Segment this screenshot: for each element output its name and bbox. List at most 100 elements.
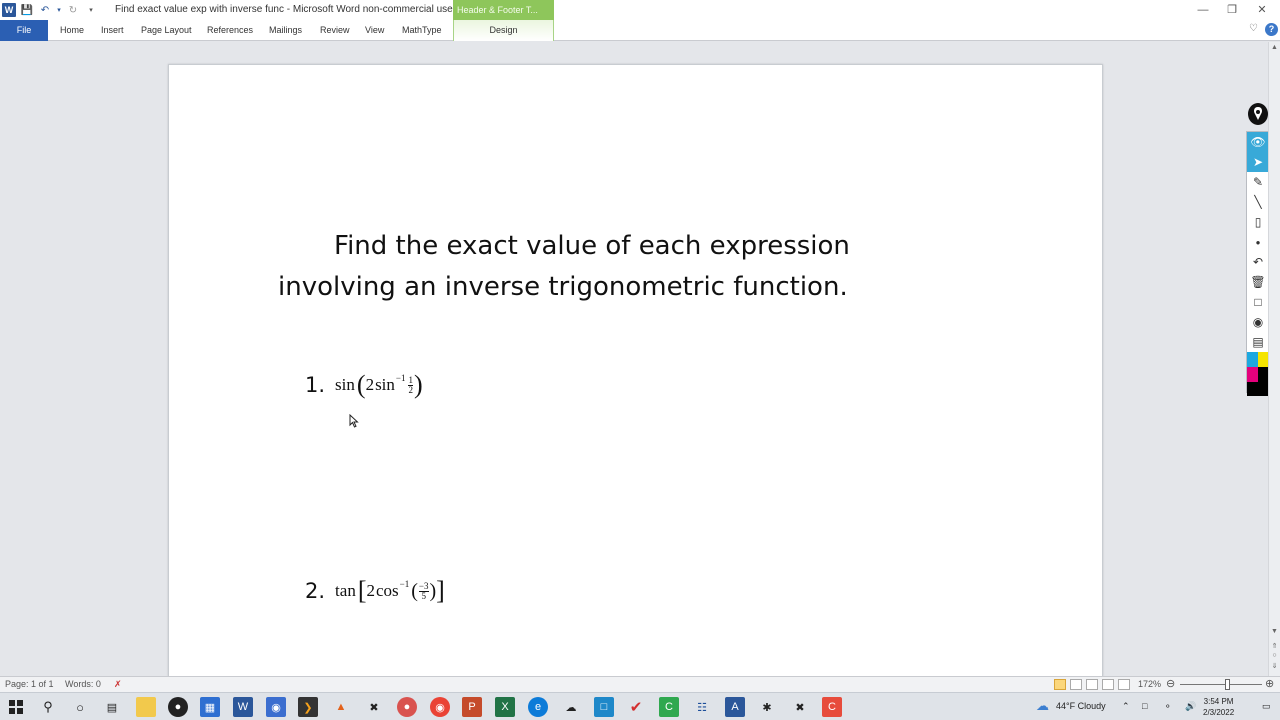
zoom-in-icon[interactable]: ⊕: [1265, 677, 1274, 690]
tab-mailings[interactable]: Mailings: [269, 20, 302, 41]
prev-page-icon[interactable]: ⇑: [1269, 642, 1280, 650]
tray-icon-1[interactable]: □: [1142, 701, 1147, 711]
app-icon-network[interactable]: ☷: [692, 697, 712, 717]
outer-function: tan: [335, 581, 356, 600]
app-icon-green[interactable]: C: [659, 697, 679, 717]
cyan-swatch[interactable]: [1247, 352, 1258, 367]
weather-text[interactable]: 44°F Cloudy: [1056, 701, 1106, 711]
math-equation[interactable]: tan [ 2 cos −1 ( −3 5 ) ]: [335, 578, 445, 604]
network-icon[interactable]: ⚬: [1164, 701, 1172, 712]
trash-icon[interactable]: 🗑: [1247, 272, 1269, 292]
quick-access-toolbar: W 💾 ↶ ▾ ↻ ▾: [0, 0, 102, 20]
vertical-scrollbar[interactable]: ▲ ▼ ⇑ ○ ⇓: [1268, 42, 1280, 676]
powerpoint-icon[interactable]: P: [462, 697, 482, 717]
word-app-icon[interactable]: W: [2, 3, 16, 17]
full-screen-reading-button[interactable]: [1070, 679, 1082, 690]
plex-icon[interactable]: ❯: [298, 697, 318, 717]
notification-icon[interactable]: ▭: [1262, 701, 1271, 712]
search-icon[interactable]: ⚲: [38, 697, 58, 717]
math-equation[interactable]: sin ( 2 sin −1 1 2 ): [335, 372, 423, 398]
app-icon-a[interactable]: A: [725, 697, 745, 717]
screen-icon[interactable]: □: [1247, 292, 1269, 312]
tab-mathtype[interactable]: MathType: [402, 20, 442, 41]
outline-button[interactable]: [1102, 679, 1114, 690]
scroll-down-icon[interactable]: ▼: [1269, 628, 1280, 635]
app-icon-cloud[interactable]: ☁: [561, 697, 581, 717]
dot-icon[interactable]: ●: [1247, 232, 1269, 252]
restore-button[interactable]: ❐: [1217, 2, 1247, 18]
weather-cloud-icon[interactable]: ☁: [1036, 698, 1049, 714]
ribbon-collapse-icon[interactable]: ♡: [1249, 23, 1258, 34]
customize-qat-icon[interactable]: ▾: [84, 3, 98, 17]
tray-chevron-icon[interactable]: ⌃: [1122, 701, 1130, 712]
app-icon-flame[interactable]: ▲: [331, 697, 351, 717]
tab-view[interactable]: View: [365, 20, 384, 41]
excel-icon[interactable]: X: [495, 697, 515, 717]
draft-button[interactable]: [1118, 679, 1130, 690]
word-count[interactable]: Words: 0: [65, 679, 101, 689]
black-swatch-large[interactable]: [1247, 382, 1269, 396]
volume-icon[interactable]: 🔊: [1185, 701, 1196, 712]
word-taskbar-icon[interactable]: W: [233, 697, 253, 717]
web-layout-button[interactable]: [1086, 679, 1098, 690]
camera-icon[interactable]: ◉: [1247, 312, 1269, 332]
eraser-icon[interactable]: ▯: [1247, 212, 1269, 232]
help-icon[interactable]: ?: [1265, 23, 1278, 36]
clock[interactable]: 3:54 PM 2/3/2022: [1203, 696, 1234, 718]
document-heading: Find the exact value of each expression …: [278, 226, 898, 308]
tab-home[interactable]: Home: [60, 20, 84, 41]
tab-review[interactable]: Review: [320, 20, 350, 41]
snipping-tool-icon[interactable]: ✖: [364, 697, 384, 717]
magenta-swatch[interactable]: [1247, 367, 1258, 382]
left-paren: (: [411, 580, 418, 602]
snipping-tool-icon-2[interactable]: ✖: [790, 697, 810, 717]
tab-insert[interactable]: Insert: [101, 20, 124, 41]
color-palette[interactable]: [1247, 352, 1269, 382]
problem-number: 2.: [305, 579, 326, 603]
undo-dropdown-icon[interactable]: ▾: [56, 3, 62, 17]
inner-function: cos: [376, 581, 399, 600]
zoom-slider[interactable]: [1180, 684, 1262, 685]
task-view-icon[interactable]: ▤: [102, 697, 122, 717]
tab-references[interactable]: References: [207, 20, 253, 41]
redo-icon[interactable]: ↻: [66, 3, 80, 17]
tab-page-layout[interactable]: Page Layout: [141, 20, 192, 41]
zoom-out-icon[interactable]: ⊖: [1166, 677, 1175, 690]
calculator-icon[interactable]: ▦: [200, 697, 220, 717]
pointer-icon[interactable]: ➤: [1247, 152, 1269, 172]
app-icon-camera[interactable]: ◉: [266, 697, 286, 717]
chrome-icon[interactable]: ◉: [430, 697, 450, 717]
cortana-icon[interactable]: ○: [70, 697, 90, 717]
scroll-up-icon[interactable]: ▲: [1269, 44, 1280, 51]
next-page-icon[interactable]: ⇓: [1269, 662, 1280, 670]
file-explorer-icon[interactable]: [136, 697, 156, 717]
eye-icon[interactable]: 👁: [1247, 132, 1269, 152]
line-icon[interactable]: ╲: [1247, 192, 1269, 212]
app-icon-gear[interactable]: ✱: [757, 697, 777, 717]
save-icon[interactable]: 💾: [20, 3, 34, 17]
minimize-button[interactable]: —: [1188, 2, 1218, 18]
inner-function: sin: [375, 375, 395, 394]
zoom-level[interactable]: 172%: [1138, 679, 1161, 689]
clock-date: 2/3/2022: [1203, 708, 1235, 717]
app-icon-check[interactable]: ✔: [626, 697, 646, 717]
app-icon-blue[interactable]: □: [594, 697, 614, 717]
close-button[interactable]: ✕: [1247, 2, 1277, 18]
zoom-slider-thumb[interactable]: [1225, 679, 1230, 690]
undo-icon[interactable]: ↶: [1247, 252, 1269, 272]
tab-design[interactable]: Design: [453, 20, 554, 41]
app-icon-c-red[interactable]: C: [822, 697, 842, 717]
print-layout-button[interactable]: [1054, 679, 1066, 690]
page-count[interactable]: Page: 1 of 1: [5, 679, 54, 689]
pen-icon[interactable]: ✎: [1247, 172, 1269, 192]
clipboard-icon[interactable]: ▤: [1247, 332, 1269, 352]
pen-app-taskbar-icon[interactable]: ●: [168, 697, 188, 717]
undo-icon[interactable]: ↶: [38, 3, 52, 17]
proofing-icon[interactable]: ✗: [114, 679, 122, 690]
pen-app-icon[interactable]: [1248, 103, 1268, 125]
tab-file[interactable]: File: [0, 20, 48, 41]
windows-start-icon[interactable]: [6, 697, 26, 717]
app-icon-red[interactable]: ●: [397, 697, 417, 717]
browse-object-icon[interactable]: ○: [1269, 652, 1280, 659]
edge-icon[interactable]: e: [528, 697, 548, 717]
